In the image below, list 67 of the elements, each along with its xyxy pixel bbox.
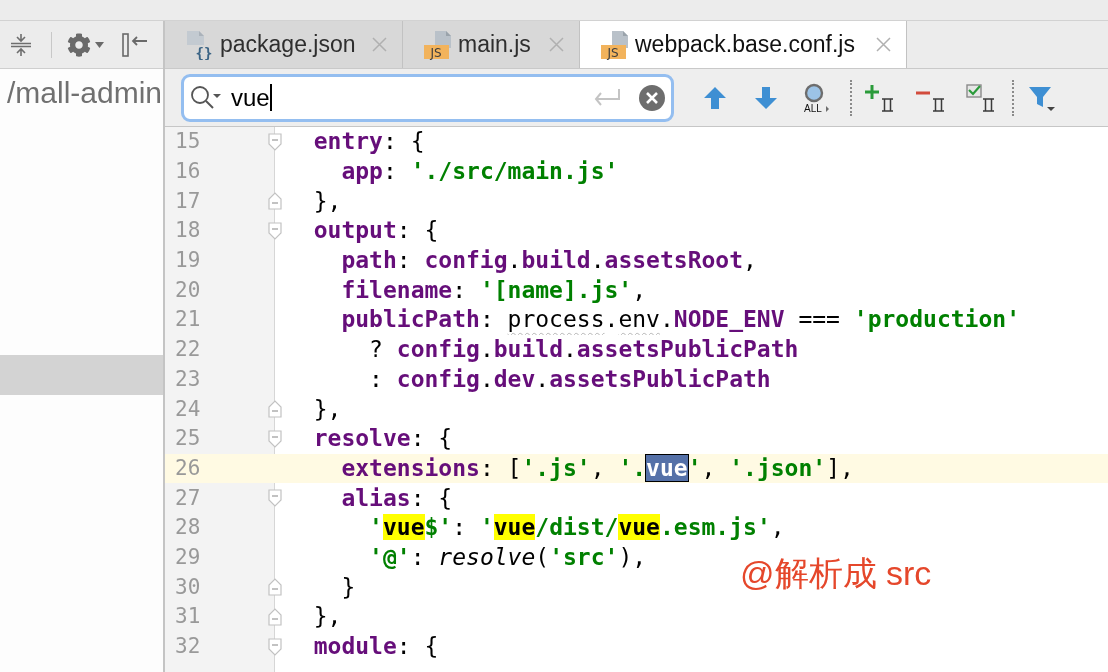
line-number: 31 <box>175 606 201 628</box>
search-field[interactable]: vue <box>181 73 674 122</box>
annotation-text: @解析成 src <box>740 553 932 593</box>
line-number: 22 <box>175 339 201 361</box>
line-number: 20 <box>175 279 201 301</box>
editor-tab[interactable]: {} package.json <box>165 21 403 68</box>
fold-minus-icon[interactable] <box>268 192 282 211</box>
plus-cursor-icon[interactable] <box>865 83 895 112</box>
editor-tab[interactable]: JS main.js <box>403 21 580 68</box>
line-number: 30 <box>175 576 201 598</box>
editor-tab[interactable]: JS webpack.base.conf.js <box>580 21 907 68</box>
arrow-up-icon[interactable] <box>703 85 727 110</box>
code-line: 'vue$': 'vue/dist/vue.esm.js', <box>369 516 785 540</box>
collapse-all-icon[interactable] <box>10 33 32 56</box>
line-number: 32 <box>175 636 201 658</box>
line-number: 15 <box>175 131 201 153</box>
code-line: app: './src/main.js' <box>341 160 619 184</box>
code-line: resolve: { <box>313 427 453 451</box>
code-line: }, <box>313 397 342 421</box>
enter-icon[interactable] <box>592 87 622 108</box>
code-line: publicPath: process.env.NODE_ENV === 'production' <box>341 308 1020 332</box>
fold-minus-icon[interactable] <box>268 400 282 419</box>
bar-arrow-left-icon[interactable] <box>122 32 148 57</box>
checkbox-cursor-icon[interactable] <box>966 83 996 112</box>
line-number: 17 <box>175 190 201 212</box>
line-number: 25 <box>175 428 201 450</box>
code-line: path: config.build.assetsRoot, <box>341 249 757 273</box>
line-number: 27 <box>175 487 201 509</box>
code-line: alias: { <box>341 486 453 510</box>
code-line: extensions: ['.js', '.vue', '.json'], <box>341 456 854 480</box>
project-path: /mall-admin <box>7 78 163 108</box>
line-number: 19 <box>175 250 201 272</box>
code-line: entry: { <box>313 130 425 154</box>
code-line: }, <box>313 189 342 213</box>
close-icon[interactable] <box>549 37 564 52</box>
code-line: output: { <box>313 219 439 243</box>
code-line: module: { <box>313 635 439 659</box>
fold-minus-icon[interactable] <box>268 429 282 448</box>
gear-icon[interactable] <box>67 32 91 57</box>
filter-icon[interactable] <box>1029 84 1055 111</box>
fold-minus-icon[interactable] <box>268 221 282 240</box>
close-icon[interactable] <box>372 37 387 52</box>
line-number: 24 <box>175 398 201 420</box>
close-icon[interactable] <box>876 37 891 52</box>
clear-icon[interactable] <box>639 84 665 111</box>
search-icon[interactable] <box>190 84 222 111</box>
line-number: 21 <box>175 309 201 331</box>
code-line: ? config.build.assetsPublicPath <box>369 338 799 362</box>
code-line: } <box>341 575 356 599</box>
line-number: 28 <box>175 517 201 539</box>
fold-minus-icon[interactable] <box>268 132 282 151</box>
code-line: filename: '[name].js', <box>341 278 647 302</box>
fold-minus-icon[interactable] <box>268 489 282 508</box>
caret-icon[interactable] <box>95 41 104 48</box>
fold-minus-icon[interactable] <box>268 578 282 597</box>
fold-minus-icon[interactable] <box>268 607 282 626</box>
code-line: : config.dev.assetsPublicPath <box>369 367 771 391</box>
line-number: 18 <box>175 220 201 242</box>
code-line: '@': resolve('src'), <box>369 545 647 569</box>
line-number: 29 <box>175 546 201 568</box>
line-number: 23 <box>175 368 201 390</box>
line-number: 16 <box>175 161 201 183</box>
arrow-down-icon[interactable] <box>753 85 778 110</box>
line-number: 26 <box>175 457 201 479</box>
code-line: }, <box>313 605 342 629</box>
text-cursor-icon <box>269 84 272 111</box>
fold-minus-icon[interactable] <box>268 637 282 656</box>
